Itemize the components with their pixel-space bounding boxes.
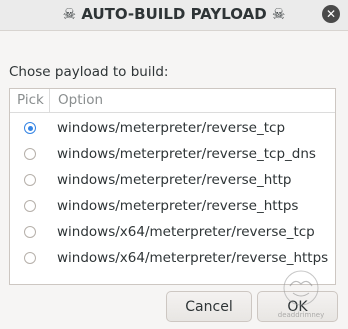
payload-list[interactable]: Pick Option windows/meterpreter/reverse_… — [9, 88, 336, 285]
radio-button[interactable] — [24, 226, 36, 238]
list-item[interactable]: windows/meterpreter/reverse_tcp_dns — [10, 142, 335, 168]
cancel-button[interactable]: Cancel — [166, 291, 252, 322]
radio-button[interactable] — [24, 174, 36, 186]
radio-button[interactable] — [24, 252, 36, 264]
column-header-pick[interactable]: Pick — [10, 89, 50, 112]
auto-build-payload-dialog: ☠ AUTO-BUILD PAYLOAD ☠ ✕ Chose payload t… — [0, 0, 348, 329]
radio-button[interactable] — [24, 200, 36, 212]
list-item[interactable]: windows/meterpreter/reverse_http — [10, 168, 335, 194]
list-item[interactable]: windows/meterpreter/reverse_https — [10, 194, 335, 220]
ok-button[interactable]: OK — [257, 291, 338, 322]
option-label: windows/meterpreter/reverse_tcp_dns — [57, 146, 316, 162]
radio-button[interactable] — [24, 148, 36, 160]
list-header: Pick Option — [10, 89, 335, 113]
list-item[interactable]: windows/x64/meterpreter/reverse_tcp — [10, 220, 335, 246]
close-button[interactable]: ✕ — [322, 5, 340, 23]
list-item[interactable]: windows/x64/meterpreter/reverse_https — [10, 246, 335, 272]
column-header-option[interactable]: Option — [58, 89, 103, 112]
option-label: windows/x64/meterpreter/reverse_tcp — [57, 224, 315, 240]
window-title: ☠ AUTO-BUILD PAYLOAD ☠ — [62, 5, 286, 23]
option-label: windows/x64/meterpreter/reverse_https — [57, 250, 329, 266]
option-label: windows/meterpreter/reverse_http — [57, 172, 292, 188]
option-label: windows/meterpreter/reverse_https — [57, 198, 299, 214]
prompt-label: Chose payload to build: — [9, 64, 169, 80]
option-label: windows/meterpreter/reverse_tcp — [57, 120, 286, 136]
list-item[interactable]: windows/meterpreter/reverse_tcp — [10, 116, 335, 142]
radio-button[interactable] — [24, 122, 36, 134]
title-bar[interactable]: ☠ AUTO-BUILD PAYLOAD ☠ ✕ — [0, 0, 348, 31]
close-icon: ✕ — [325, 7, 337, 21]
